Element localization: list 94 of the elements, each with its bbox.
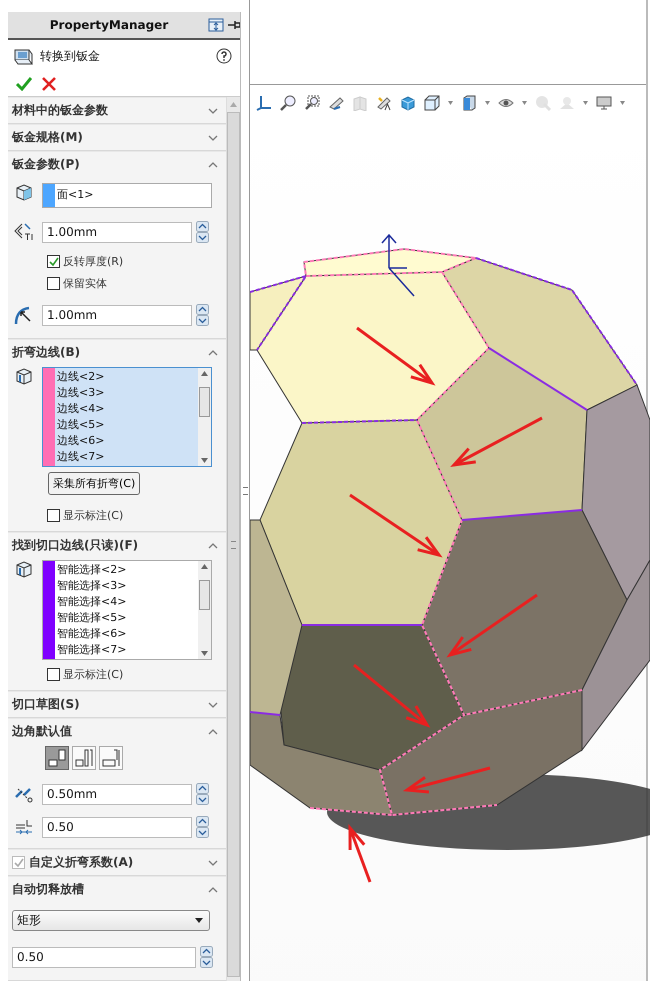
list-item[interactable]: 边线<2>: [57, 369, 196, 385]
corner-option-button[interactable]: [45, 746, 69, 770]
caret-icon[interactable]: [583, 101, 588, 105]
section-title: 钣金规格(M): [12, 129, 84, 146]
list-item[interactable]: 智能选择<7>: [57, 642, 196, 658]
thickness-icon: [14, 223, 34, 241]
annotation-arrow: [348, 824, 372, 883]
view-orientation-icon[interactable]: [424, 95, 440, 111]
cube-icon: [14, 183, 34, 201]
scrollbar[interactable]: [198, 561, 211, 659]
scroll-down-icon[interactable]: [201, 651, 208, 656]
section-title: 材料中的钣金参数: [12, 102, 109, 119]
chevron-up-icon[interactable]: [208, 350, 218, 356]
section-title: 切口草图(S): [12, 696, 81, 713]
checkbox-label: 显示标注(C): [63, 508, 124, 523]
number-field[interactable]: 0.50: [12, 946, 196, 968]
ok-check-icon[interactable]: [16, 77, 32, 91]
panel-title: PropertyManager: [48, 18, 170, 32]
list-item[interactable]: 边线<7>: [57, 449, 196, 465]
scroll-up-icon[interactable]: [201, 371, 208, 376]
spinner[interactable]: [196, 783, 209, 805]
dropdown[interactable]: 矩形: [12, 910, 210, 931]
corner-option-button[interactable]: [72, 746, 96, 770]
checkbox[interactable]: [47, 668, 60, 681]
number-field[interactable]: 0.50: [42, 816, 192, 838]
checkbox[interactable]: [47, 255, 60, 268]
checkbox-label: 反转厚度(R): [63, 254, 124, 269]
section-title: 自动切释放槽: [12, 881, 85, 898]
axes-icon[interactable]: [256, 95, 272, 111]
section-title: 自定义折弯系数(A): [29, 854, 134, 871]
scroll-down-icon[interactable]: [201, 458, 208, 463]
list-item[interactable]: 面<1>: [57, 185, 209, 205]
scroll-up-icon[interactable]: [201, 564, 208, 569]
spinner[interactable]: [196, 304, 209, 326]
section-title: 找到切口边线(只读)(F): [12, 537, 140, 554]
list-item[interactable]: 智能选择<4>: [57, 594, 196, 610]
checkbox[interactable]: [47, 277, 60, 290]
list-item[interactable]: 智能选择<3>: [57, 578, 196, 594]
collect-bends-button[interactable]: 采集所有折弯(C): [48, 472, 140, 495]
scrollbar[interactable]: [198, 368, 211, 466]
chevron-down-icon[interactable]: [208, 860, 218, 866]
number-field[interactable]: 1.00mm: [42, 222, 192, 242]
number-field[interactable]: 0.50mm: [42, 784, 192, 804]
list-item[interactable]: 智能选择<5>: [57, 610, 196, 626]
section-title: 折弯边线(B): [12, 344, 82, 361]
section-title: 钣金参数(P): [12, 156, 81, 173]
panel-scrollbar[interactable]: [226, 97, 240, 981]
overlap-ratio-icon: [14, 818, 34, 836]
corner-option-button[interactable]: [99, 746, 123, 770]
list-item[interactable]: 边线<3>: [57, 385, 196, 401]
chevron-down-icon[interactable]: [208, 134, 218, 140]
checkbox-label: 保留实体: [63, 276, 107, 291]
dropdown-arrow-icon[interactable]: [195, 918, 203, 923]
list-item[interactable]: 智能选择<6>: [57, 626, 196, 642]
cube-icon[interactable]: [400, 95, 416, 111]
caret-icon[interactable]: [522, 101, 527, 105]
split-icon[interactable]: [208, 18, 224, 32]
cube-icon: [14, 367, 34, 385]
list-item[interactable]: 边线<4>: [57, 401, 196, 417]
spinner[interactable]: [200, 946, 213, 968]
chevron-up-icon[interactable]: [208, 886, 218, 892]
monitor-icon[interactable]: [596, 95, 612, 111]
chevron-down-icon[interactable]: [208, 108, 218, 114]
annotation-icon[interactable]: [376, 95, 392, 111]
help-icon[interactable]: [216, 48, 232, 64]
number-field[interactable]: 1.00mm: [42, 304, 192, 326]
caret-icon[interactable]: [620, 101, 625, 105]
checkbox[interactable]: [47, 509, 60, 522]
selection-list[interactable]: 边线<2> 边线<3> 边线<4> 边线<5> 边线<6> 边线<7>: [42, 367, 212, 467]
chevron-up-icon[interactable]: [208, 728, 218, 734]
cube-icon: [14, 560, 34, 578]
magnifier-icon[interactable]: [280, 95, 296, 111]
selection-list[interactable]: 智能选择<2> 智能选择<3> 智能选择<4> 智能选择<5> 智能选择<6> 智能选择<7>: [42, 560, 212, 660]
zoom-area-icon[interactable]: [304, 95, 320, 111]
spinner[interactable]: [196, 816, 209, 838]
caret-icon[interactable]: [448, 101, 453, 105]
feature-title: 转换到钣金: [40, 48, 101, 64]
chevron-down-icon[interactable]: [208, 702, 218, 708]
caret-icon[interactable]: [485, 101, 490, 105]
section-title: 边角默认值: [12, 723, 73, 740]
list-item[interactable]: 边线<5>: [57, 417, 196, 433]
chevron-up-icon[interactable]: [208, 542, 218, 548]
spinner[interactable]: [196, 221, 209, 243]
gap-icon: [14, 785, 34, 803]
close-icon[interactable]: [42, 77, 56, 91]
pin-icon[interactable]: [228, 19, 240, 31]
list-item[interactable]: 智能选择<2>: [57, 562, 196, 578]
list-item[interactable]: 边线<6>: [57, 433, 196, 449]
section-header[interactable]: 自定义折弯系数(A): [8, 849, 226, 875]
chevron-up-icon[interactable]: [208, 162, 218, 168]
section-header[interactable]: 材料中的钣金参数: [8, 97, 226, 123]
display-style-icon[interactable]: [461, 95, 477, 111]
checkbox-label: 显示标注(C): [63, 667, 124, 682]
selection-list[interactable]: 面<1>: [42, 183, 212, 208]
